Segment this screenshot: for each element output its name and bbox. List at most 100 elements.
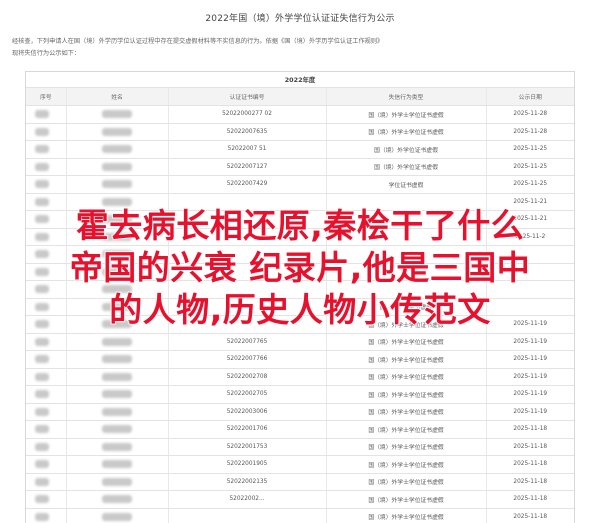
cell-seq-redacted <box>26 123 67 141</box>
redacted-name-mark <box>102 145 132 154</box>
cell-cert-number: 52022007429 <box>168 175 327 194</box>
table-caption: 2022年度 <box>26 72 574 88</box>
cell-publish-date: 2025-11-19 <box>486 385 574 404</box>
cell-name-redacted <box>66 158 169 176</box>
redacted-name-mark <box>102 127 132 136</box>
cell-publish-date: 2025-11-19 <box>486 368 574 386</box>
redacted-seq-mark <box>35 110 49 119</box>
redacted-seq-mark <box>35 495 49 504</box>
table-row: 52022001905 国（境）外学士学位证书虚假 2025-11-18 <box>26 455 574 474</box>
redacted-seq-mark <box>35 512 49 521</box>
redacted-name-mark <box>102 180 132 189</box>
table-row: 52022002... 国（境）外学士学位证书虚假 2025-11-18 <box>26 490 574 509</box>
redacted-name-mark <box>102 495 132 504</box>
cell-publish-date: 2025-11-19 <box>486 350 574 369</box>
notice-line-1: 经核查，下列申请人在国（境）外学历学位认证过程中存在提交虚假材料等不实信息的行为… <box>12 38 384 45</box>
cell-seq-redacted <box>26 420 67 439</box>
cell-publish-date: 2025-11-18 <box>486 508 574 523</box>
cell-name-redacted <box>66 438 169 456</box>
cell-name-redacted <box>66 420 169 439</box>
cell-cert-number: 52022002708 <box>168 368 327 386</box>
table-header-row: 序号 姓名 认证证书编号 失信行为类型 公示日期 <box>26 87 574 106</box>
cell-name-redacted <box>66 473 169 491</box>
redacted-seq-mark <box>35 477 49 486</box>
table-row: 52022001753 国（境）外学士学位证书虚假 2025-11-18 <box>26 438 574 456</box>
cell-seq-redacted <box>26 490 67 509</box>
cell-cert-number: 52022007635 <box>168 123 327 141</box>
cell-publish-date: 2025-11-25 <box>486 158 574 176</box>
table-row: 52022002705 国（境）外学士学位证书虚假 2025-11-19 <box>26 385 574 404</box>
cell-publish-date: 2025-11-28 <box>486 105 574 124</box>
cell-violation-type: 国（境）外学士学位证书虚假 <box>326 105 487 124</box>
redacted-name-mark <box>102 425 132 434</box>
cell-seq-redacted <box>26 333 67 351</box>
redacted-seq-mark <box>35 372 49 381</box>
cell-violation-type: 学位证书虚假 <box>326 175 487 194</box>
cell-publish-date: 2025-11-18 <box>486 455 574 474</box>
cell-publish-date: 2025-11-28 <box>486 123 574 141</box>
cell-name-redacted <box>66 490 169 509</box>
redacted-name-mark <box>102 407 132 416</box>
redacted-seq-mark <box>35 355 49 364</box>
redacted-name-mark <box>102 512 132 521</box>
cell-publish-date: 2025-11-25 <box>486 140 574 159</box>
cell-name-redacted <box>66 333 169 351</box>
table-row: 52022007765 国（境）外学士学位证书虚假 2025-11-19 <box>26 333 574 351</box>
column-header-seq: 序号 <box>26 87 67 106</box>
table-row: 国（境）外学士学位证书虚假 2025-11-18 <box>26 508 574 523</box>
cell-seq-redacted <box>26 350 67 369</box>
cell-cert-number: 52022001905 <box>168 455 327 474</box>
redacted-name-mark <box>102 337 132 346</box>
redacted-seq-mark <box>35 390 49 399</box>
cell-violation-type: 国（境）外学士学位证书虚假 <box>326 123 487 141</box>
redacted-seq-mark <box>35 162 49 171</box>
redacted-seq-mark <box>35 407 49 416</box>
redacted-name-mark <box>102 162 132 171</box>
cell-name-redacted <box>66 368 169 386</box>
cell-seq-redacted <box>26 385 67 404</box>
cell-violation-type: 国（境）外学士学位证书虚假 <box>326 508 487 523</box>
cell-violation-type: 国（境）外学士学位证书虚假 <box>326 420 487 439</box>
redacted-name-mark <box>102 477 132 486</box>
overlay-line-2: 帝国的兴衰 纪录片,他是三国中 <box>69 247 531 288</box>
redacted-name-mark <box>102 355 132 364</box>
overlay-line-1: 霍去病长相还原,秦桧干了什么 <box>75 205 525 246</box>
cell-violation-type: 国（境）外学位证书虚假 <box>326 158 487 176</box>
cell-cert-number: 52022002... <box>168 490 327 509</box>
redacted-seq-mark <box>35 127 49 136</box>
table-row: 52022000277 02 国（境）外学士学位证书虚假 2025-11-28 <box>26 105 574 124</box>
overlay-headline: 霍去病长相还原,秦桧干了什么 帝国的兴衰 纪录片,他是三国中 的人物,历史人物小… <box>0 205 600 331</box>
column-header-type: 失信行为类型 <box>326 87 487 106</box>
table-row: 52022007429 学位证书虚假 2025-11-25 <box>26 175 574 194</box>
cell-violation-type: 国（境）外学士学位证书虚假 <box>326 368 487 386</box>
cell-violation-type: 国（境）外学士学位证书虚假 <box>326 333 487 351</box>
cell-violation-type: 国（境）外学士学位证书虚假 <box>326 473 487 491</box>
cell-violation-type: 国（境）外学士学位证书虚假 <box>326 403 487 421</box>
cell-name-redacted <box>66 455 169 474</box>
redacted-name-mark <box>102 372 132 381</box>
cell-publish-date: 2025-11-19 <box>486 403 574 421</box>
cell-cert-number: 52022001706 <box>168 420 327 439</box>
redacted-name-mark <box>102 110 132 119</box>
cell-publish-date: 2025-11-19 <box>486 333 574 351</box>
page-title: 2022年国（境）外学学位认证证失信行为公示 <box>205 14 395 24</box>
cell-cert-number: 52022000277 02 <box>168 105 327 124</box>
cell-cert-number: 52022007766 <box>168 350 327 369</box>
cell-seq-redacted <box>26 175 67 194</box>
cell-name-redacted <box>66 350 169 369</box>
redacted-name-mark <box>102 460 132 469</box>
column-header-cert: 认证证书编号 <box>168 87 327 106</box>
cell-violation-type: 国（境）外学位证书虚假 <box>326 140 487 159</box>
cell-publish-date: 2025-11-18 <box>486 490 574 509</box>
column-header-date: 公示日期 <box>486 87 574 106</box>
cell-violation-type: 国（境）外学士学位证书虚假 <box>326 350 487 369</box>
cell-name-redacted <box>66 403 169 421</box>
table-row: 52022007635 国（境）外学士学位证书虚假 2025-11-28 <box>26 123 574 141</box>
cell-cert-number: 52022003006 <box>168 403 327 421</box>
cell-name-redacted <box>66 385 169 404</box>
cell-violation-type: 国（境）外学士学位证书虚假 <box>326 385 487 404</box>
cell-publish-date: 2025-11-18 <box>486 473 574 491</box>
cell-name-redacted <box>66 105 169 124</box>
redacted-seq-mark <box>35 180 49 189</box>
redacted-seq-mark <box>35 460 49 469</box>
